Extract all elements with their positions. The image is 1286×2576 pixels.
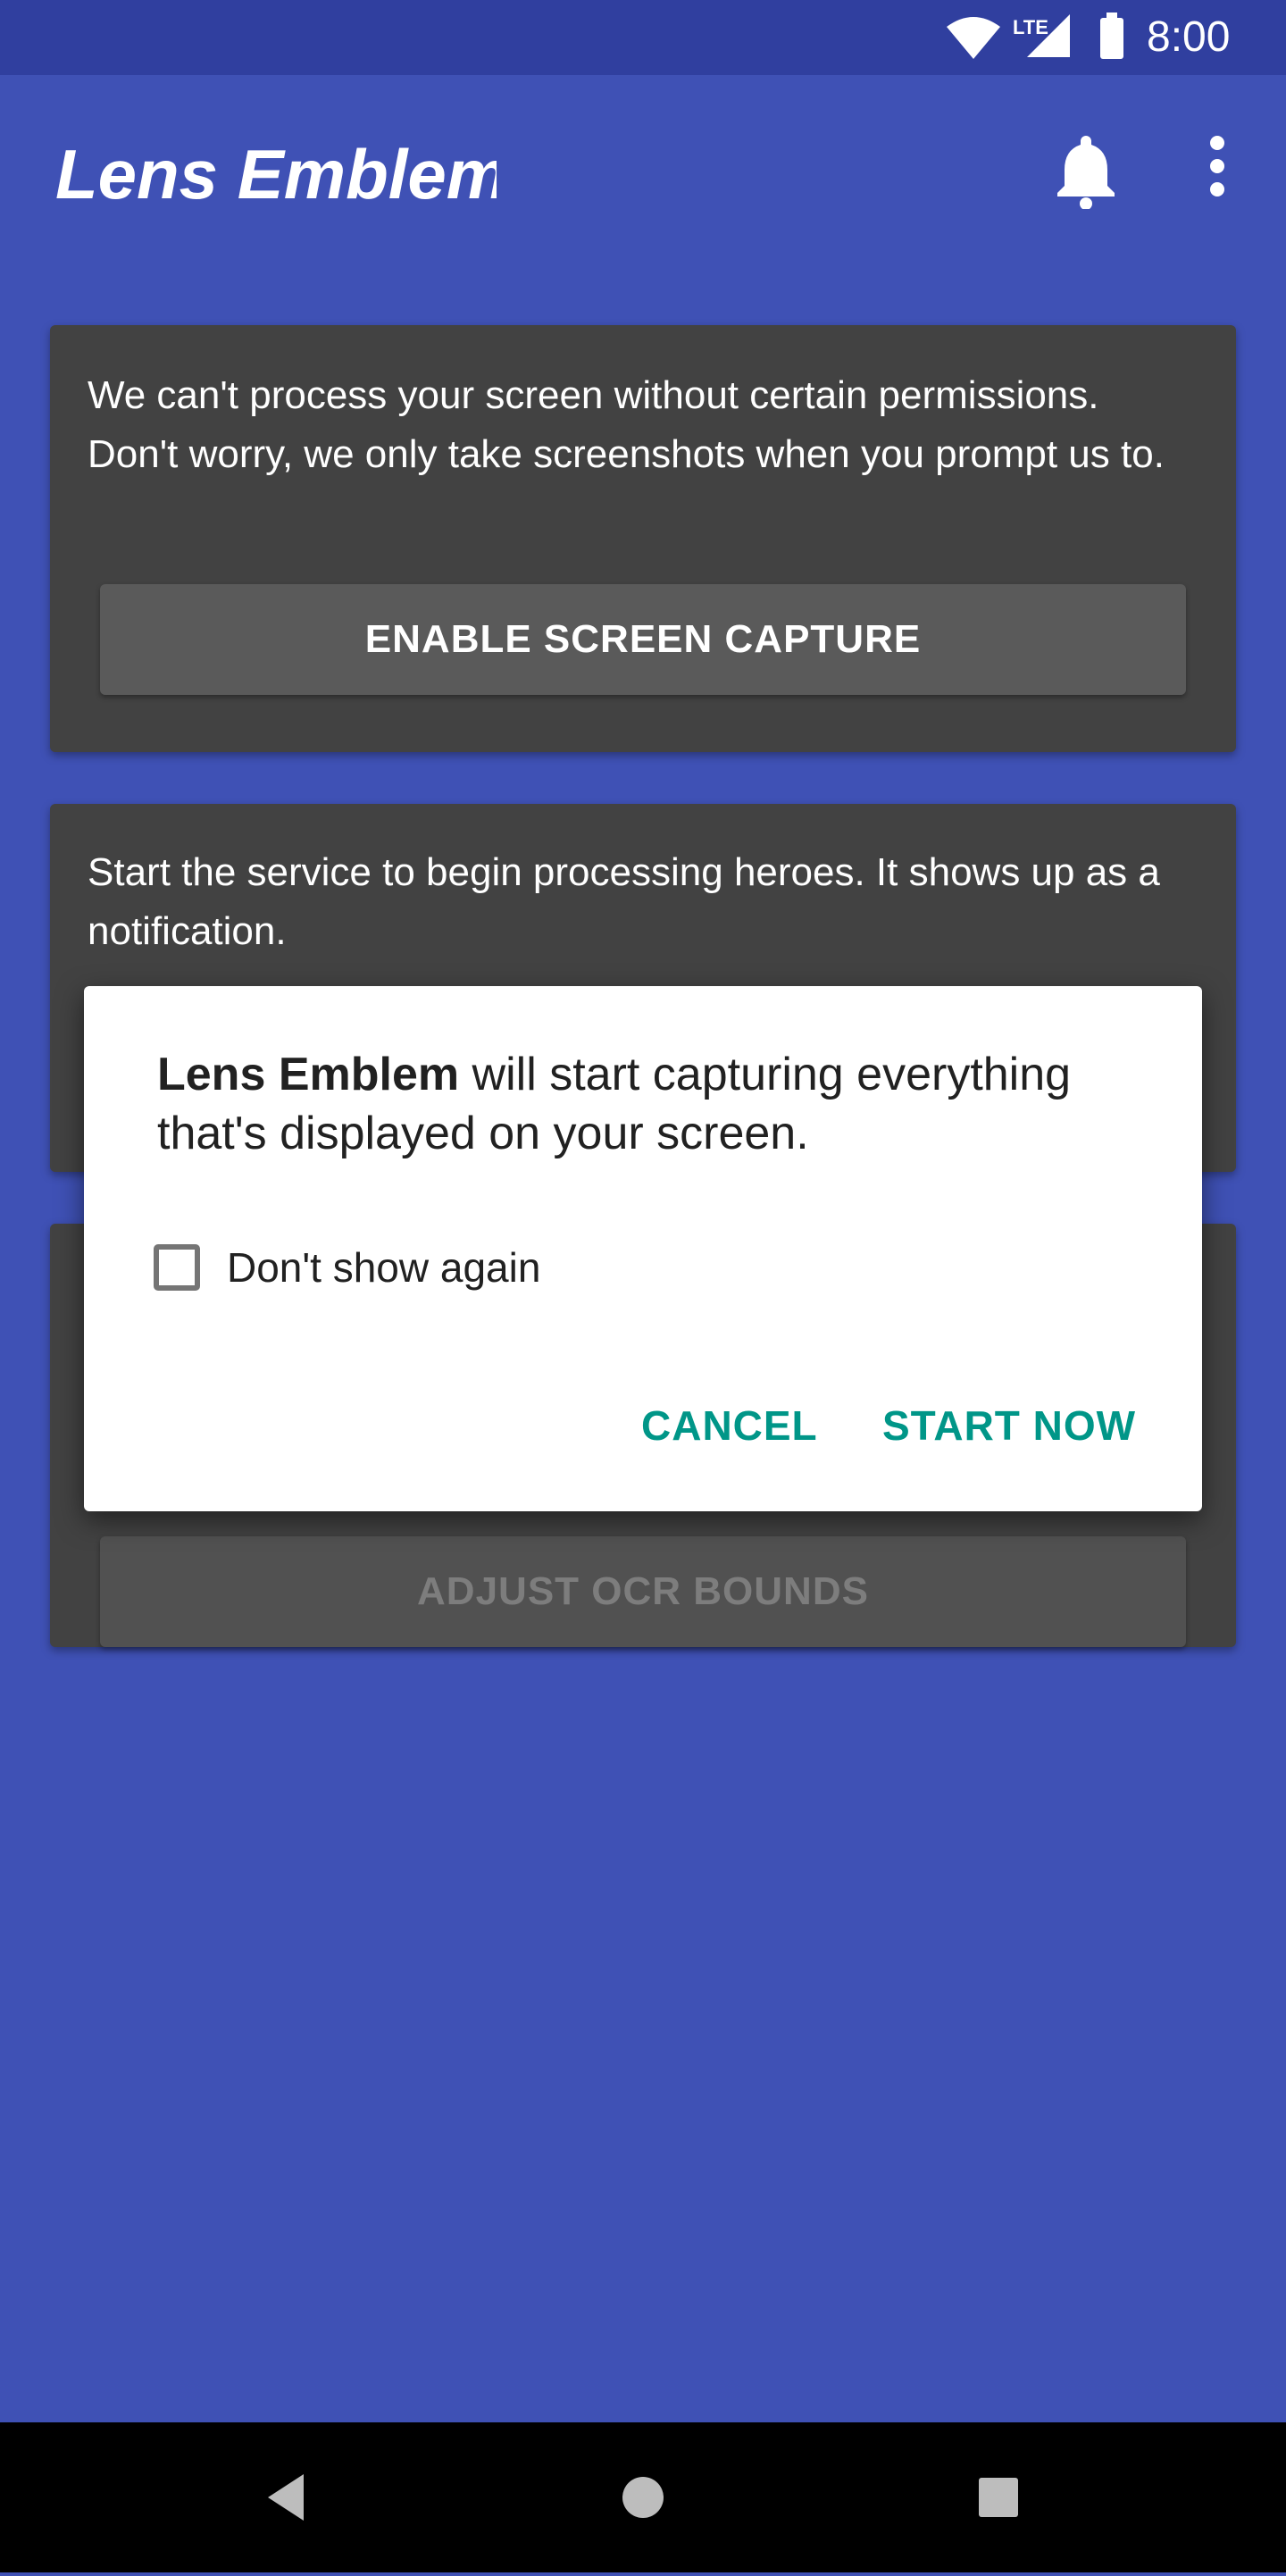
- back-icon[interactable]: [268, 2474, 304, 2521]
- wifi-icon: [947, 17, 1000, 59]
- home-icon[interactable]: [622, 2477, 664, 2518]
- recents-icon[interactable]: [979, 2478, 1018, 2517]
- nav-icons: [268, 2474, 1018, 2521]
- navigation-bar: [0, 2422, 1286, 2572]
- overflow-menu-button[interactable]: [1195, 132, 1240, 204]
- dialog-message: Lens Emblem will start capturing everyth…: [157, 1045, 1140, 1163]
- adjust-ocr-bounds-button[interactable]: ADJUST OCR BOUNDS: [100, 1536, 1186, 1647]
- battery-icon: [1100, 13, 1123, 59]
- dont-show-again-label[interactable]: Don't show again: [227, 1243, 540, 1292]
- bell-icon: [1057, 136, 1115, 210]
- svg-text:LTE: LTE: [1013, 16, 1048, 38]
- screen-capture-dialog: Lens Emblem will start capturing everyth…: [84, 986, 1202, 1511]
- screen-capture-description: We can't process your screen without cer…: [88, 373, 1165, 476]
- service-description: Start the service to begin processing he…: [88, 850, 1160, 953]
- app-bar: Lens Emblem: [0, 75, 1286, 254]
- dont-show-again-checkbox[interactable]: [154, 1244, 200, 1291]
- lte-signal-icon: LTE: [1013, 14, 1070, 57]
- start-now-button[interactable]: START NOW: [882, 1390, 1136, 1461]
- more-vert-icon: [1210, 136, 1224, 197]
- status-time: 8:00: [1147, 13, 1231, 61]
- notification-bell-button[interactable]: [1050, 129, 1122, 210]
- dont-show-again-row[interactable]: Don't show again: [154, 1238, 540, 1297]
- screen-capture-card: We can't process your screen without cer…: [50, 325, 1236, 752]
- status-bar: LTE 8:00: [0, 0, 1286, 75]
- app-logo: Lens Emblem: [55, 135, 497, 213]
- dialog-app-name: Lens Emblem: [157, 1049, 460, 1100]
- cancel-button[interactable]: CANCEL: [641, 1390, 818, 1461]
- enable-screen-capture-button[interactable]: ENABLE SCREEN CAPTURE: [100, 584, 1186, 695]
- app-title: Lens Emblem: [55, 135, 497, 213]
- status-icons: LTE: [947, 13, 1123, 59]
